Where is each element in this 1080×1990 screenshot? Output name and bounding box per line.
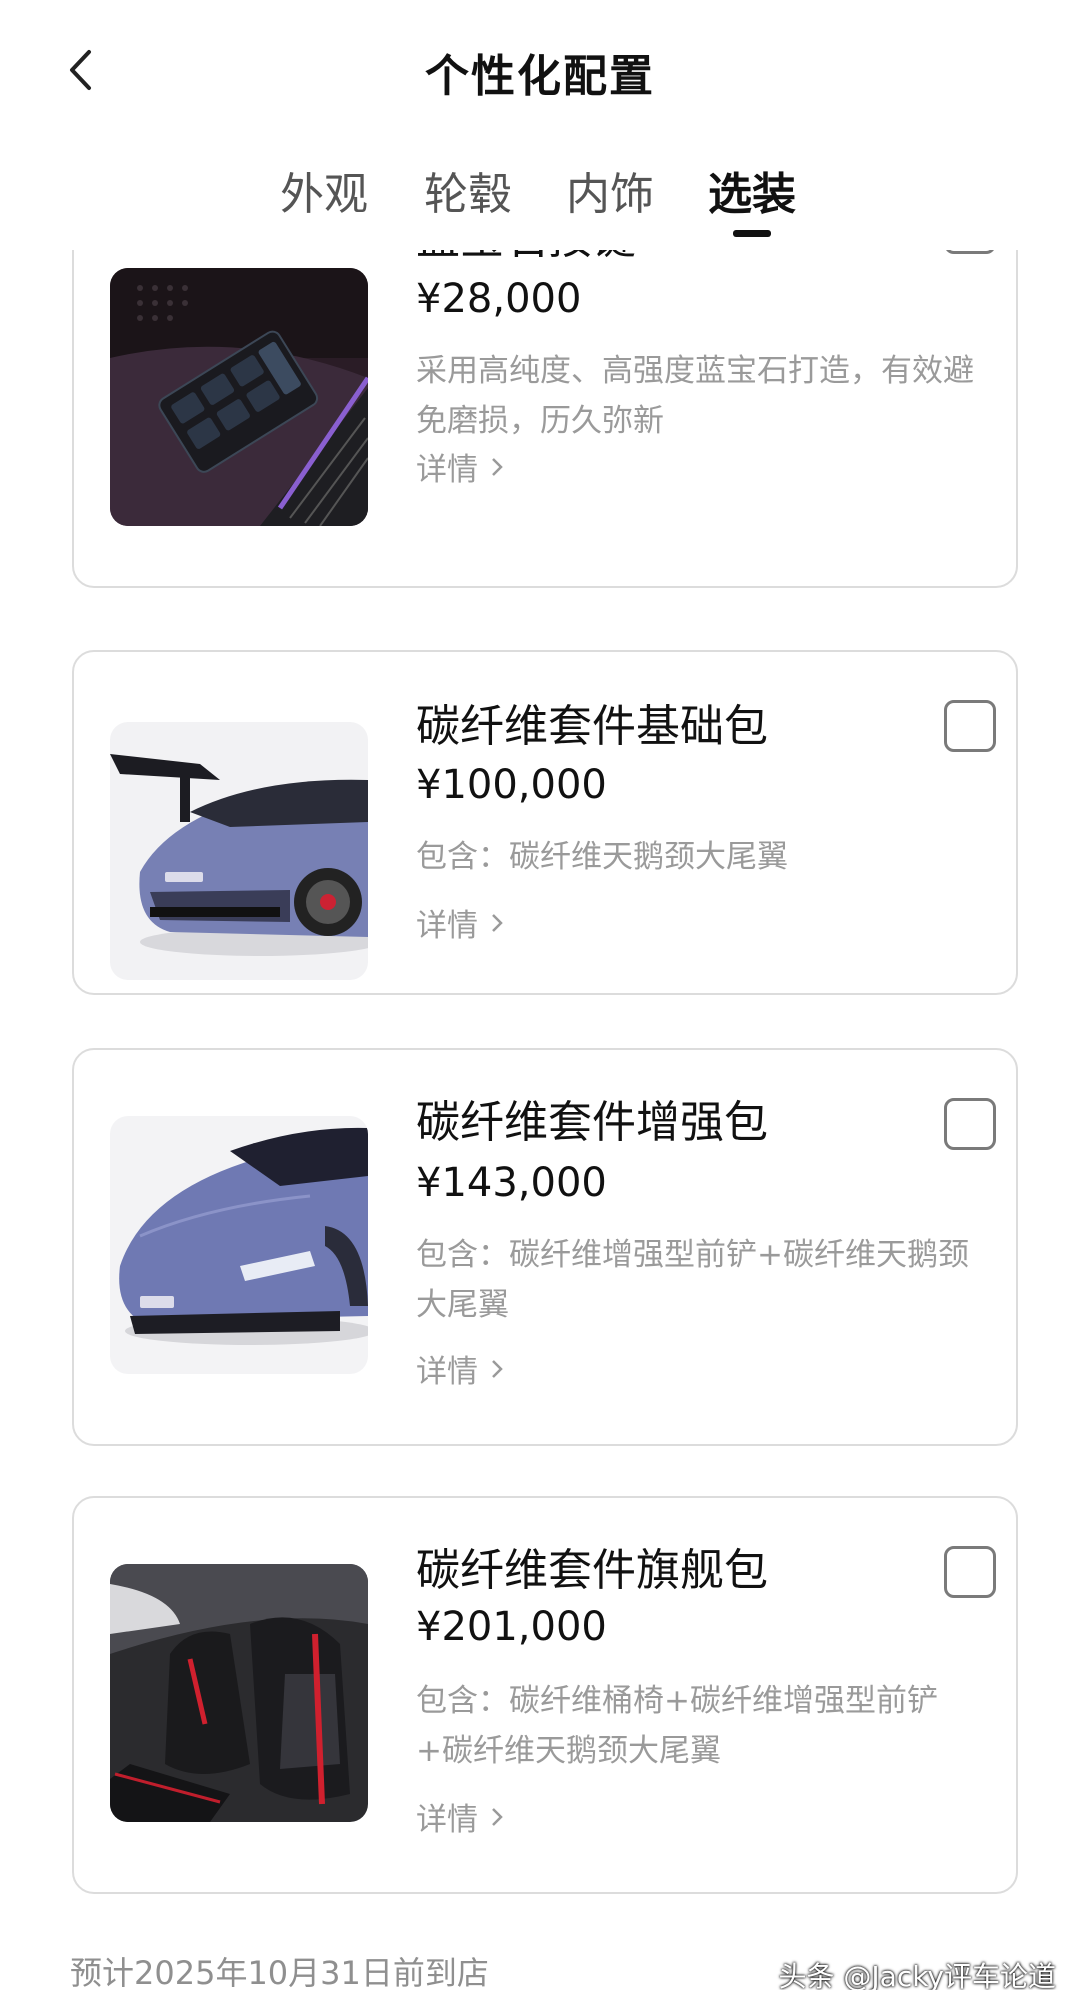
sapphire-buttons-image (110, 268, 368, 526)
carbon-basic-package-image (110, 722, 368, 980)
tab-wheels[interactable]: 轮毂 (424, 158, 512, 222)
chevron-right-icon (492, 913, 503, 932)
chevron-right-icon (492, 457, 503, 476)
watermark: 头条 @Jacky评车论道 (778, 1960, 1057, 1990)
option-card-carbon-basic[interactable]: 碳纤维套件基础包 ¥100,000 包含：碳纤维天鹅颈大尾翼 详情 (72, 650, 1018, 995)
option-detail-link[interactable]: 详情 (416, 1346, 504, 1391)
option-card-carbon-flagship[interactable]: 碳纤维套件旗舰包 ¥201,000 包含：碳纤维桶椅+碳纤维增强型前铲+碳纤维天… (72, 1496, 1018, 1894)
chevron-right-icon (492, 1359, 503, 1378)
option-detail-link[interactable]: 详情 (416, 1794, 504, 1839)
option-checkbox[interactable] (944, 1546, 996, 1598)
option-name: 碳纤维套件基础包 (416, 701, 768, 752)
option-detail-link[interactable]: 详情 (416, 900, 504, 945)
option-description: 包含：碳纤维桶椅+碳纤维增强型前铲+碳纤维天鹅颈大尾翼 (416, 1683, 938, 1769)
tab-options[interactable]: 选装 (708, 158, 796, 222)
arrival-note: 预计2025年10月31日前到店 (70, 1954, 489, 1990)
tab-interior[interactable]: 内饰 (566, 158, 654, 222)
option-price: ¥100,000 (416, 762, 607, 808)
carbon-flagship-package-image (110, 1564, 368, 1822)
page-title: 个性化配置 (425, 51, 655, 102)
option-checkbox[interactable] (944, 1098, 996, 1150)
option-card-carbon-enhanced[interactable]: 碳纤维套件增强包 ¥143,000 包含：碳纤维增强型前铲+碳纤维天鹅颈大尾翼 … (72, 1048, 1018, 1446)
carbon-enhanced-package-image (110, 1116, 368, 1374)
option-price: ¥143,000 (416, 1160, 607, 1206)
detail-label: 详情 (416, 1802, 478, 1838)
option-description: 采用高纯度、高强度蓝宝石打造，有效避免磨损，历久弥新 (416, 353, 974, 439)
chevron-right-icon (492, 1807, 503, 1826)
option-description: 包含：碳纤维天鹅颈大尾翼 (416, 839, 788, 875)
option-list[interactable]: 蓝宝石按键 ¥28,000 采用高纯度、高强度蓝宝石打造，有效避免磨损，历久弥新… (0, 0, 1080, 1990)
option-price: ¥28,000 (416, 276, 582, 322)
detail-label: 详情 (416, 452, 478, 488)
option-price: ¥201,000 (416, 1604, 607, 1650)
option-description: 包含：碳纤维增强型前铲+碳纤维天鹅颈大尾翼 (416, 1237, 969, 1323)
tab-bar: 外观 轮毂 内饰 选装 (0, 140, 1080, 250)
active-tab-indicator (733, 230, 771, 237)
top-bar: 个性化配置 (0, 0, 1080, 140)
detail-label: 详情 (416, 1354, 478, 1390)
option-detail-link[interactable]: 详情 (416, 444, 504, 489)
option-checkbox[interactable] (944, 700, 996, 752)
detail-label: 详情 (416, 908, 478, 944)
option-name: 碳纤维套件旗舰包 (416, 1545, 768, 1596)
tab-exterior[interactable]: 外观 (280, 158, 368, 222)
option-name: 碳纤维套件增强包 (416, 1097, 768, 1148)
